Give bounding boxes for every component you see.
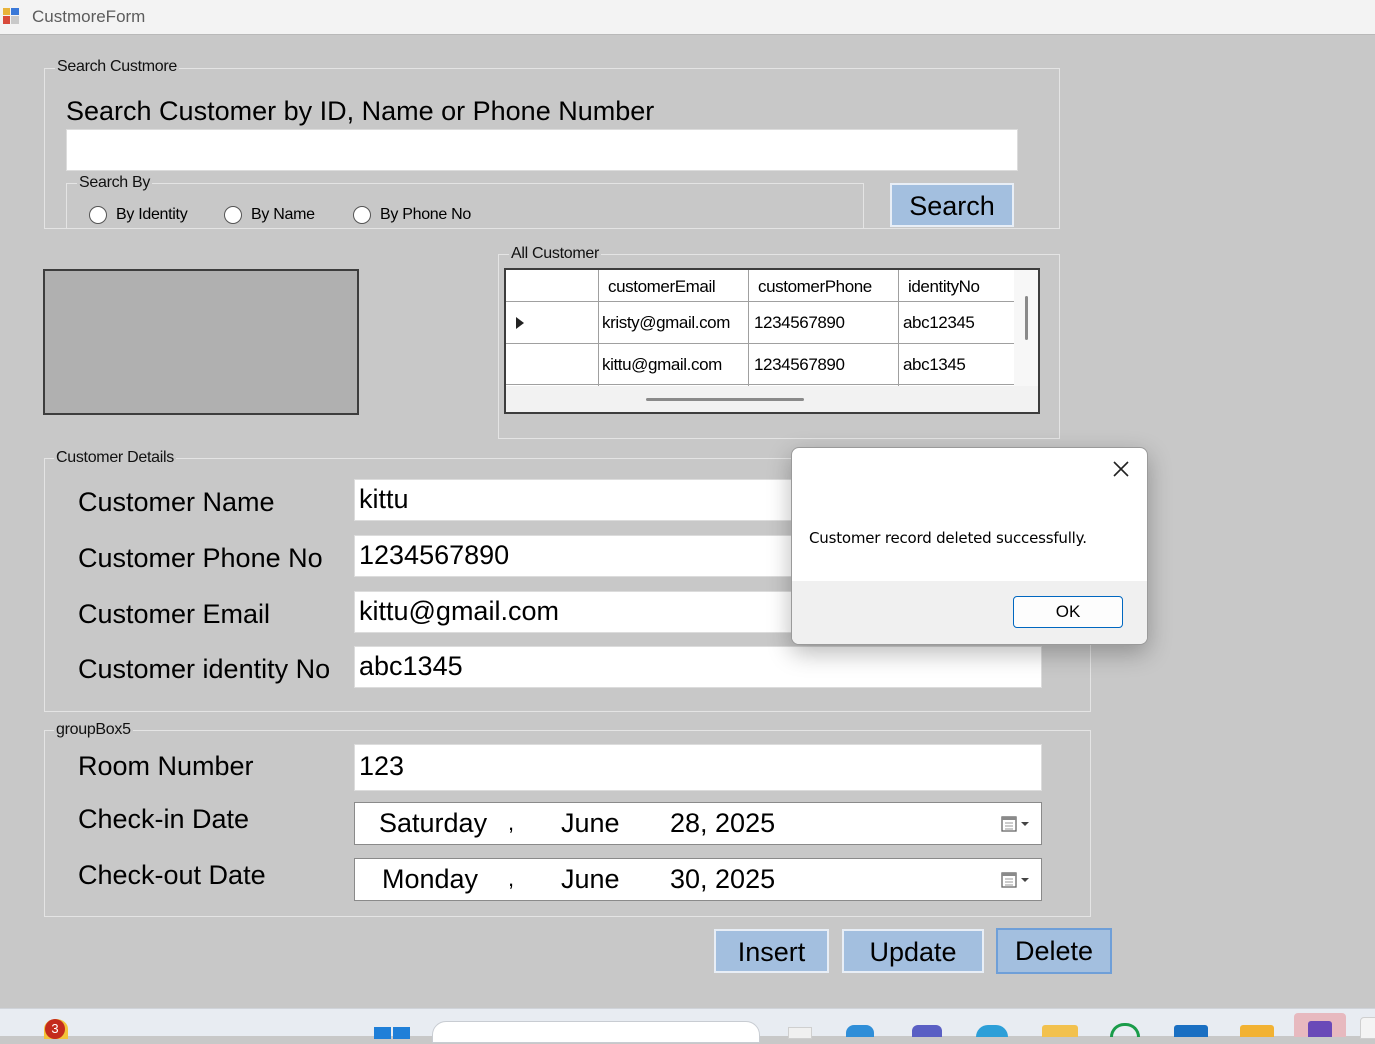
customer-phone-value: 1234567890 [359,540,510,570]
file-explorer-icon[interactable] [1042,1025,1078,1037]
row-1-email[interactable]: kristy@gmail.com [602,313,730,333]
visual-studio-icon[interactable] [1294,1013,1346,1037]
checkout-sep: , [508,866,515,891]
row-2-email[interactable]: kittu@gmail.com [602,355,722,375]
customer-email-label: Customer Email [78,599,271,629]
calendar-dropdown-icon[interactable] [1001,815,1033,838]
all-customer-legend: All Customer [509,245,601,263]
radio-by-phone-label[interactable]: By Phone No [380,206,471,224]
calendar-dropdown-icon[interactable] [1001,871,1033,894]
browser-icon[interactable] [976,1025,1008,1037]
app-icon-yellow[interactable] [1240,1025,1274,1037]
column-header-email[interactable]: customerEmail [608,277,716,297]
customer-identity-field[interactable]: abc1345 [354,646,1042,688]
teams-icon[interactable] [912,1025,942,1037]
horizontal-scrollbar[interactable] [506,386,1038,412]
customer-identity-value: abc1345 [359,651,463,681]
checkin-date: 28, 2025 [670,808,776,838]
checkin-date-label: Check-in Date [78,804,250,834]
column-header-phone[interactable]: customerPhone [758,277,872,297]
checkout-month: June [561,864,620,894]
update-button[interactable]: Update [842,929,984,973]
search-by-legend: Search By [77,174,153,192]
customer-phone-label: Customer Phone No [78,543,323,573]
room-group-legend: groupBox5 [54,721,133,739]
radio-by-identity-label[interactable]: By Identity [116,206,188,224]
customer-name-value: kittu [359,484,409,514]
grid-divider [598,270,599,386]
message-dialog: Customer record deleted successfully. OK [791,447,1148,645]
search-heading: Search Customer by ID, Name or Phone Num… [60,96,663,127]
grid-divider [506,343,1014,344]
horizontal-scroll-thumb[interactable] [646,398,804,401]
dialog-message: Customer record deleted successfully. [809,529,1087,547]
vertical-scrollbar[interactable] [1014,270,1038,386]
task-view-icon[interactable] [788,1027,812,1039]
grid-divider [898,270,899,386]
app-icon [2,7,20,25]
checkin-date-picker[interactable]: Saturday , June 28, 2025 [354,802,1042,845]
radio-by-identity[interactable] [89,206,107,224]
radio-by-name[interactable] [224,206,242,224]
checkin-sep: , [508,810,515,835]
column-header-identity[interactable]: identityNo [908,277,980,297]
customer-details-legend: Customer Details [54,449,176,467]
room-number-value: 123 [359,751,405,781]
customer-identity-label: Customer identity No [78,654,331,684]
grid-divider [506,384,1014,385]
checkout-date-picker[interactable]: Monday , June 30, 2025 [354,858,1042,901]
room-number-label: Room Number [78,751,254,781]
title-bar: CustmoreForm [0,0,1375,35]
taskbar-search-box[interactable] [432,1021,760,1043]
row-1-phone[interactable]: 1234567890 [754,313,845,333]
vertical-scroll-thumb[interactable] [1025,296,1028,340]
radio-by-name-label[interactable]: By Name [251,206,315,224]
radio-by-phone[interactable] [353,206,371,224]
windows-start-icon[interactable] [374,1026,410,1044]
store-icon[interactable] [1174,1025,1208,1037]
taskbar: 3 [0,1008,1375,1043]
overflow-app-icon[interactable] [1360,1017,1375,1039]
current-row-indicator-icon [516,317,524,329]
notification-badge: 3 [45,1019,65,1039]
row-1-identity[interactable]: abc12345 [903,313,975,333]
window-title: CustmoreForm [32,7,146,26]
search-input[interactable] [66,129,1018,171]
customer-name-label: Customer Name [78,487,275,517]
close-icon[interactable] [1110,458,1132,485]
grid-divider [748,270,749,386]
customer-grid[interactable]: customerEmail customerPhone identityNo k… [504,268,1040,414]
search-group-legend: Search Custmore [55,58,179,76]
customer-picture-box[interactable] [43,269,359,415]
edge-icon[interactable] [846,1025,874,1037]
checkout-date-label: Check-out Date [78,860,266,890]
insert-button[interactable]: Insert [714,929,829,973]
checkin-day: Saturday [379,808,488,838]
ok-button[interactable]: OK [1013,596,1123,628]
row-2-identity[interactable]: abc1345 [903,355,966,375]
checkout-date: 30, 2025 [670,864,776,894]
search-button[interactable]: Search [890,183,1014,227]
row-2-phone[interactable]: 1234567890 [754,355,845,375]
room-number-field[interactable]: 123 [354,744,1042,791]
customer-email-value: kittu@gmail.com [359,596,559,626]
checkout-day: Monday [382,864,479,894]
checkin-month: June [561,808,620,838]
delete-button[interactable]: Delete [996,928,1112,974]
